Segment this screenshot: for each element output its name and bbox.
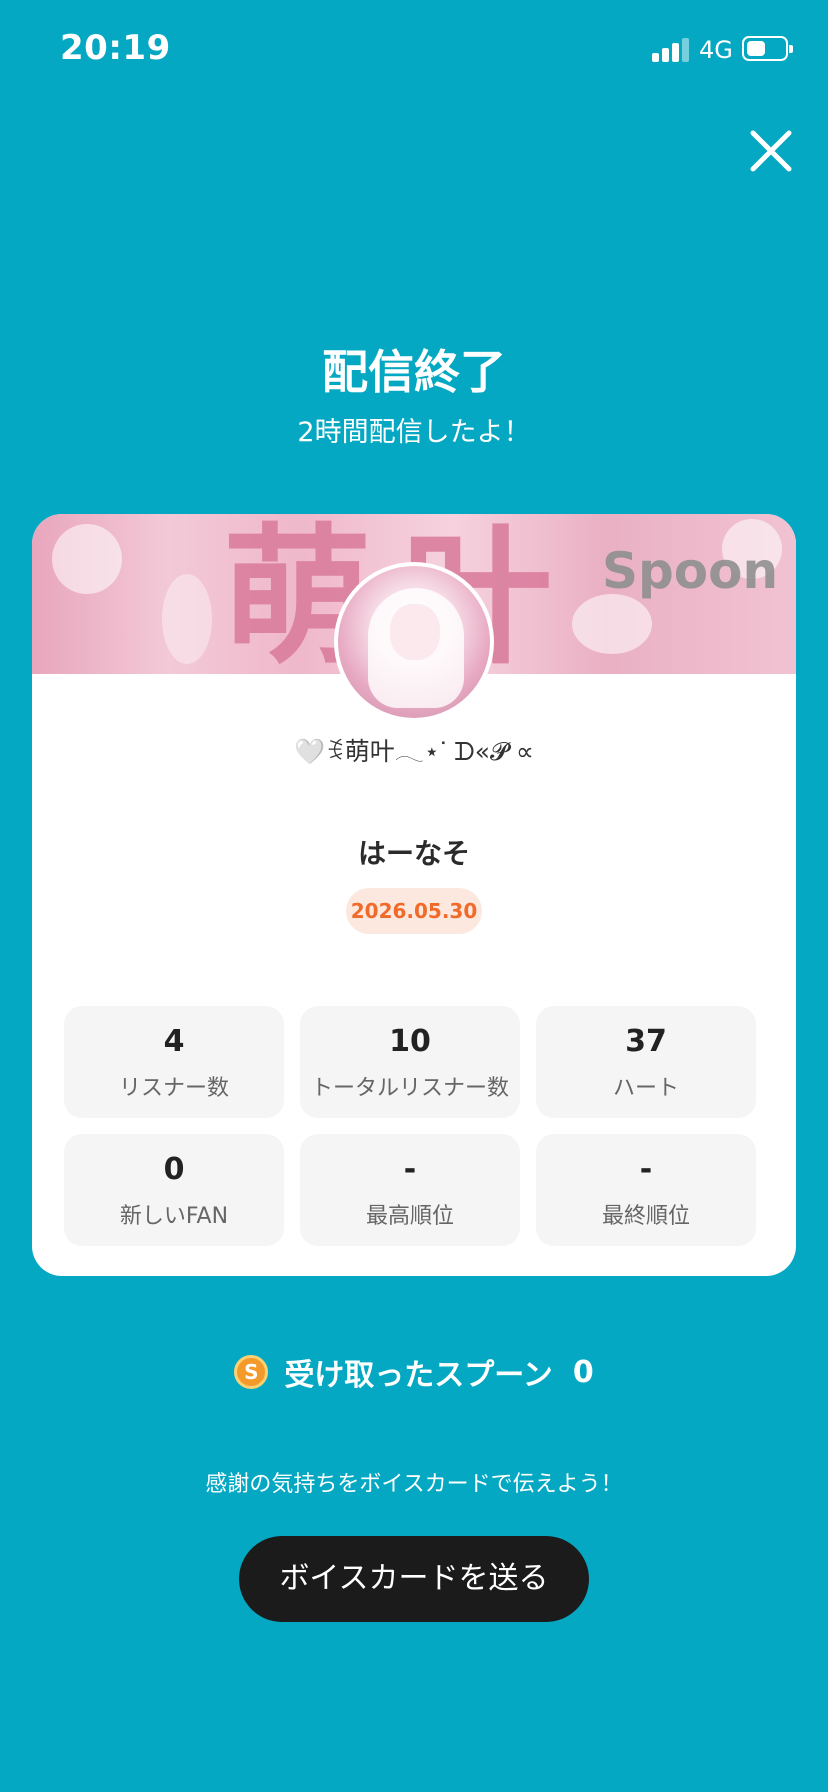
spoon-label: 受け取ったスプーン (284, 1358, 553, 1393)
stat-value: - (403, 1152, 417, 1187)
stat-label: リスナー数 (118, 1076, 229, 1101)
stat-value: 10 (389, 1024, 431, 1059)
stat-final-rank: - 最終順位 (536, 1134, 756, 1246)
stat-new-fans: 0 新しいFAN (64, 1134, 284, 1246)
spoon-coin-icon: S (234, 1355, 269, 1389)
status-bar: 20:19 4G (0, 0, 828, 100)
page-title: 配信終了 (322, 345, 506, 399)
status-time: 20:19 (60, 28, 171, 68)
battery-icon (742, 36, 793, 61)
stat-hearts: 37 ハート (536, 1006, 756, 1118)
send-voice-card-button[interactable]: ボイスカードを送る (239, 1536, 589, 1622)
close-icon (750, 130, 792, 172)
stat-label: 最終順位 (601, 1204, 690, 1229)
stat-value: - (639, 1152, 653, 1187)
stat-listeners: 4 リスナー数 (64, 1006, 284, 1118)
stat-total-listeners: 10 トータルリスナー数 (300, 1006, 520, 1118)
avatar (334, 562, 494, 722)
received-spoons: S 受け取ったスプーン 0 (0, 1350, 828, 1393)
stat-label: 新しいFAN (119, 1204, 229, 1229)
stat-value: 4 (163, 1024, 185, 1059)
page-subtitle: 2時間配信したよ！ (297, 417, 531, 448)
signal-icon (652, 38, 690, 62)
date-badge: 2026.05.30 (346, 888, 482, 934)
close-button[interactable] (745, 125, 797, 177)
thanks-message: 感謝の気持ちをボイスカードで伝えよう！ (205, 1472, 623, 1497)
spoon-count: 0 (572, 1354, 594, 1390)
stat-label: トータルリスナー数 (310, 1076, 509, 1101)
stat-label: 最高順位 (365, 1204, 454, 1229)
listener-name: はーなそ (357, 837, 470, 870)
stat-value: 0 (163, 1152, 185, 1187)
broadcast-summary-card: 萌叶 Spoon 🤍ꉂ萌叶𓂃⋆ᐝ ᗪ«𝓟 ∝ はーなそ 2026.05.30 4… (32, 514, 796, 1276)
stat-value: 37 (625, 1024, 667, 1059)
dj-nickname: 🤍ꉂ萌叶𓂃⋆ᐝ ᗪ«𝓟 ∝ (294, 737, 534, 766)
stat-highest-rank: - 最高順位 (300, 1134, 520, 1246)
network-label: 4G (699, 36, 733, 64)
banner-brand: Spoon (602, 542, 779, 600)
stat-label: ハート (612, 1076, 679, 1101)
